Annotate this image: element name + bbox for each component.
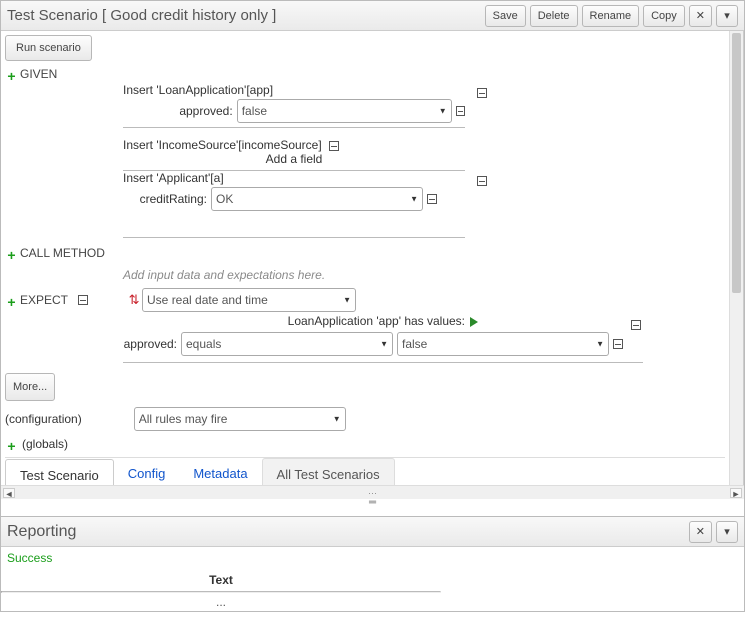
remove-fact-icon[interactable] — [477, 88, 487, 98]
reporting-row-ellipsis: ... — [1, 593, 441, 611]
close-button[interactable]: ✕ — [689, 5, 712, 27]
remove-section-icon[interactable] — [78, 295, 88, 305]
chevron-down-icon: ▾ — [724, 9, 730, 22]
tab-test-scenario[interactable]: Test Scenario — [5, 459, 114, 485]
expected-value-select[interactable]: false — [397, 332, 609, 356]
reporting-title: Reporting — [7, 523, 685, 541]
fact-title[interactable]: Insert 'LoanApplication'[app] — [123, 83, 465, 97]
tab-metadata[interactable]: Metadata — [179, 458, 261, 485]
plus-icon[interactable] — [5, 248, 18, 261]
field-label: approved: — [123, 104, 233, 118]
date-mode-select[interactable]: Use real date and time — [142, 288, 356, 312]
scroll-left-icon[interactable]: ◄ — [3, 488, 15, 498]
reporting-header: Reporting ✕ ▾ — [1, 517, 744, 547]
configuration-select[interactable]: All rules may fire — [134, 407, 346, 431]
scenario-title: Test Scenario [ Good credit history only… — [7, 7, 481, 24]
fact-title[interactable]: Insert 'Applicant'[a] — [123, 171, 465, 185]
reporting-status: Success — [1, 547, 744, 569]
close-icon: ✕ — [696, 9, 705, 22]
expect-block: LoanApplication 'app' has values: approv… — [123, 314, 643, 363]
add-field-link[interactable]: Add a field — [266, 152, 323, 166]
scroll-right-icon[interactable]: ► — [730, 488, 742, 498]
field-label: creditRating: — [123, 192, 207, 206]
plus-icon[interactable] — [5, 69, 18, 82]
approved-select[interactable]: false — [237, 99, 452, 123]
globals-label: (globals) — [22, 437, 68, 451]
chevron-down-icon: ▾ — [724, 525, 730, 538]
configuration-label: (configuration) — [5, 412, 82, 426]
expect-label: EXPECT — [20, 293, 68, 307]
expect-field-label: approved: — [123, 337, 177, 351]
fact-title[interactable]: Insert 'IncomeSource'[incomeSource] — [123, 138, 465, 152]
scenario-header: Test Scenario [ Good credit history only… — [1, 1, 744, 31]
operator-select[interactable]: equals — [181, 332, 393, 356]
plus-icon[interactable] — [5, 440, 18, 453]
plus-icon[interactable] — [5, 296, 18, 309]
run-scenario-button[interactable]: Run scenario — [5, 35, 92, 61]
tab-all-scenarios[interactable]: All Test Scenarios — [262, 458, 395, 485]
fact-block-loanapplication: Insert 'LoanApplication'[app] approved: … — [123, 83, 465, 128]
bottom-tabs: Test Scenario Config Metadata All Test S… — [5, 457, 725, 485]
rename-button[interactable]: Rename — [582, 5, 640, 27]
save-button[interactable]: Save — [485, 5, 526, 27]
reporting-col-text: Text — [1, 569, 441, 591]
given-label: GIVEN — [20, 67, 57, 81]
reporting-close-button[interactable]: ✕ — [689, 521, 712, 543]
remove-field-icon[interactable] — [456, 106, 465, 116]
remove-field-icon[interactable] — [427, 194, 437, 204]
fact-block-applicant: Insert 'Applicant'[a] creditRating: OK — [123, 171, 465, 238]
call-method-label: CALL METHOD — [20, 246, 105, 260]
expect-title[interactable]: LoanApplication 'app' has values: — [288, 314, 465, 328]
tab-config[interactable]: Config — [114, 458, 180, 485]
remove-field-icon[interactable] — [613, 339, 623, 349]
pins-icon: ⇅ — [126, 292, 142, 308]
fact-block-incomesource: Insert 'IncomeSource'[incomeSource] Add … — [123, 138, 465, 171]
play-icon[interactable] — [470, 317, 478, 327]
split-handle[interactable]: ═ — [1, 499, 744, 507]
call-hint: Add input data and expectations here. — [123, 268, 325, 282]
reporting-menu-button[interactable]: ▾ — [716, 521, 738, 543]
credit-rating-select[interactable]: OK — [211, 187, 423, 211]
vertical-scrollbar[interactable] — [729, 31, 743, 485]
close-icon: ✕ — [696, 525, 705, 538]
more-button[interactable]: More... — [5, 373, 55, 401]
copy-button[interactable]: Copy — [643, 5, 685, 27]
remove-fact-icon[interactable] — [329, 141, 339, 151]
menu-button[interactable]: ▾ — [716, 5, 738, 27]
delete-button[interactable]: Delete — [530, 5, 578, 27]
remove-fact-icon[interactable] — [477, 176, 487, 186]
